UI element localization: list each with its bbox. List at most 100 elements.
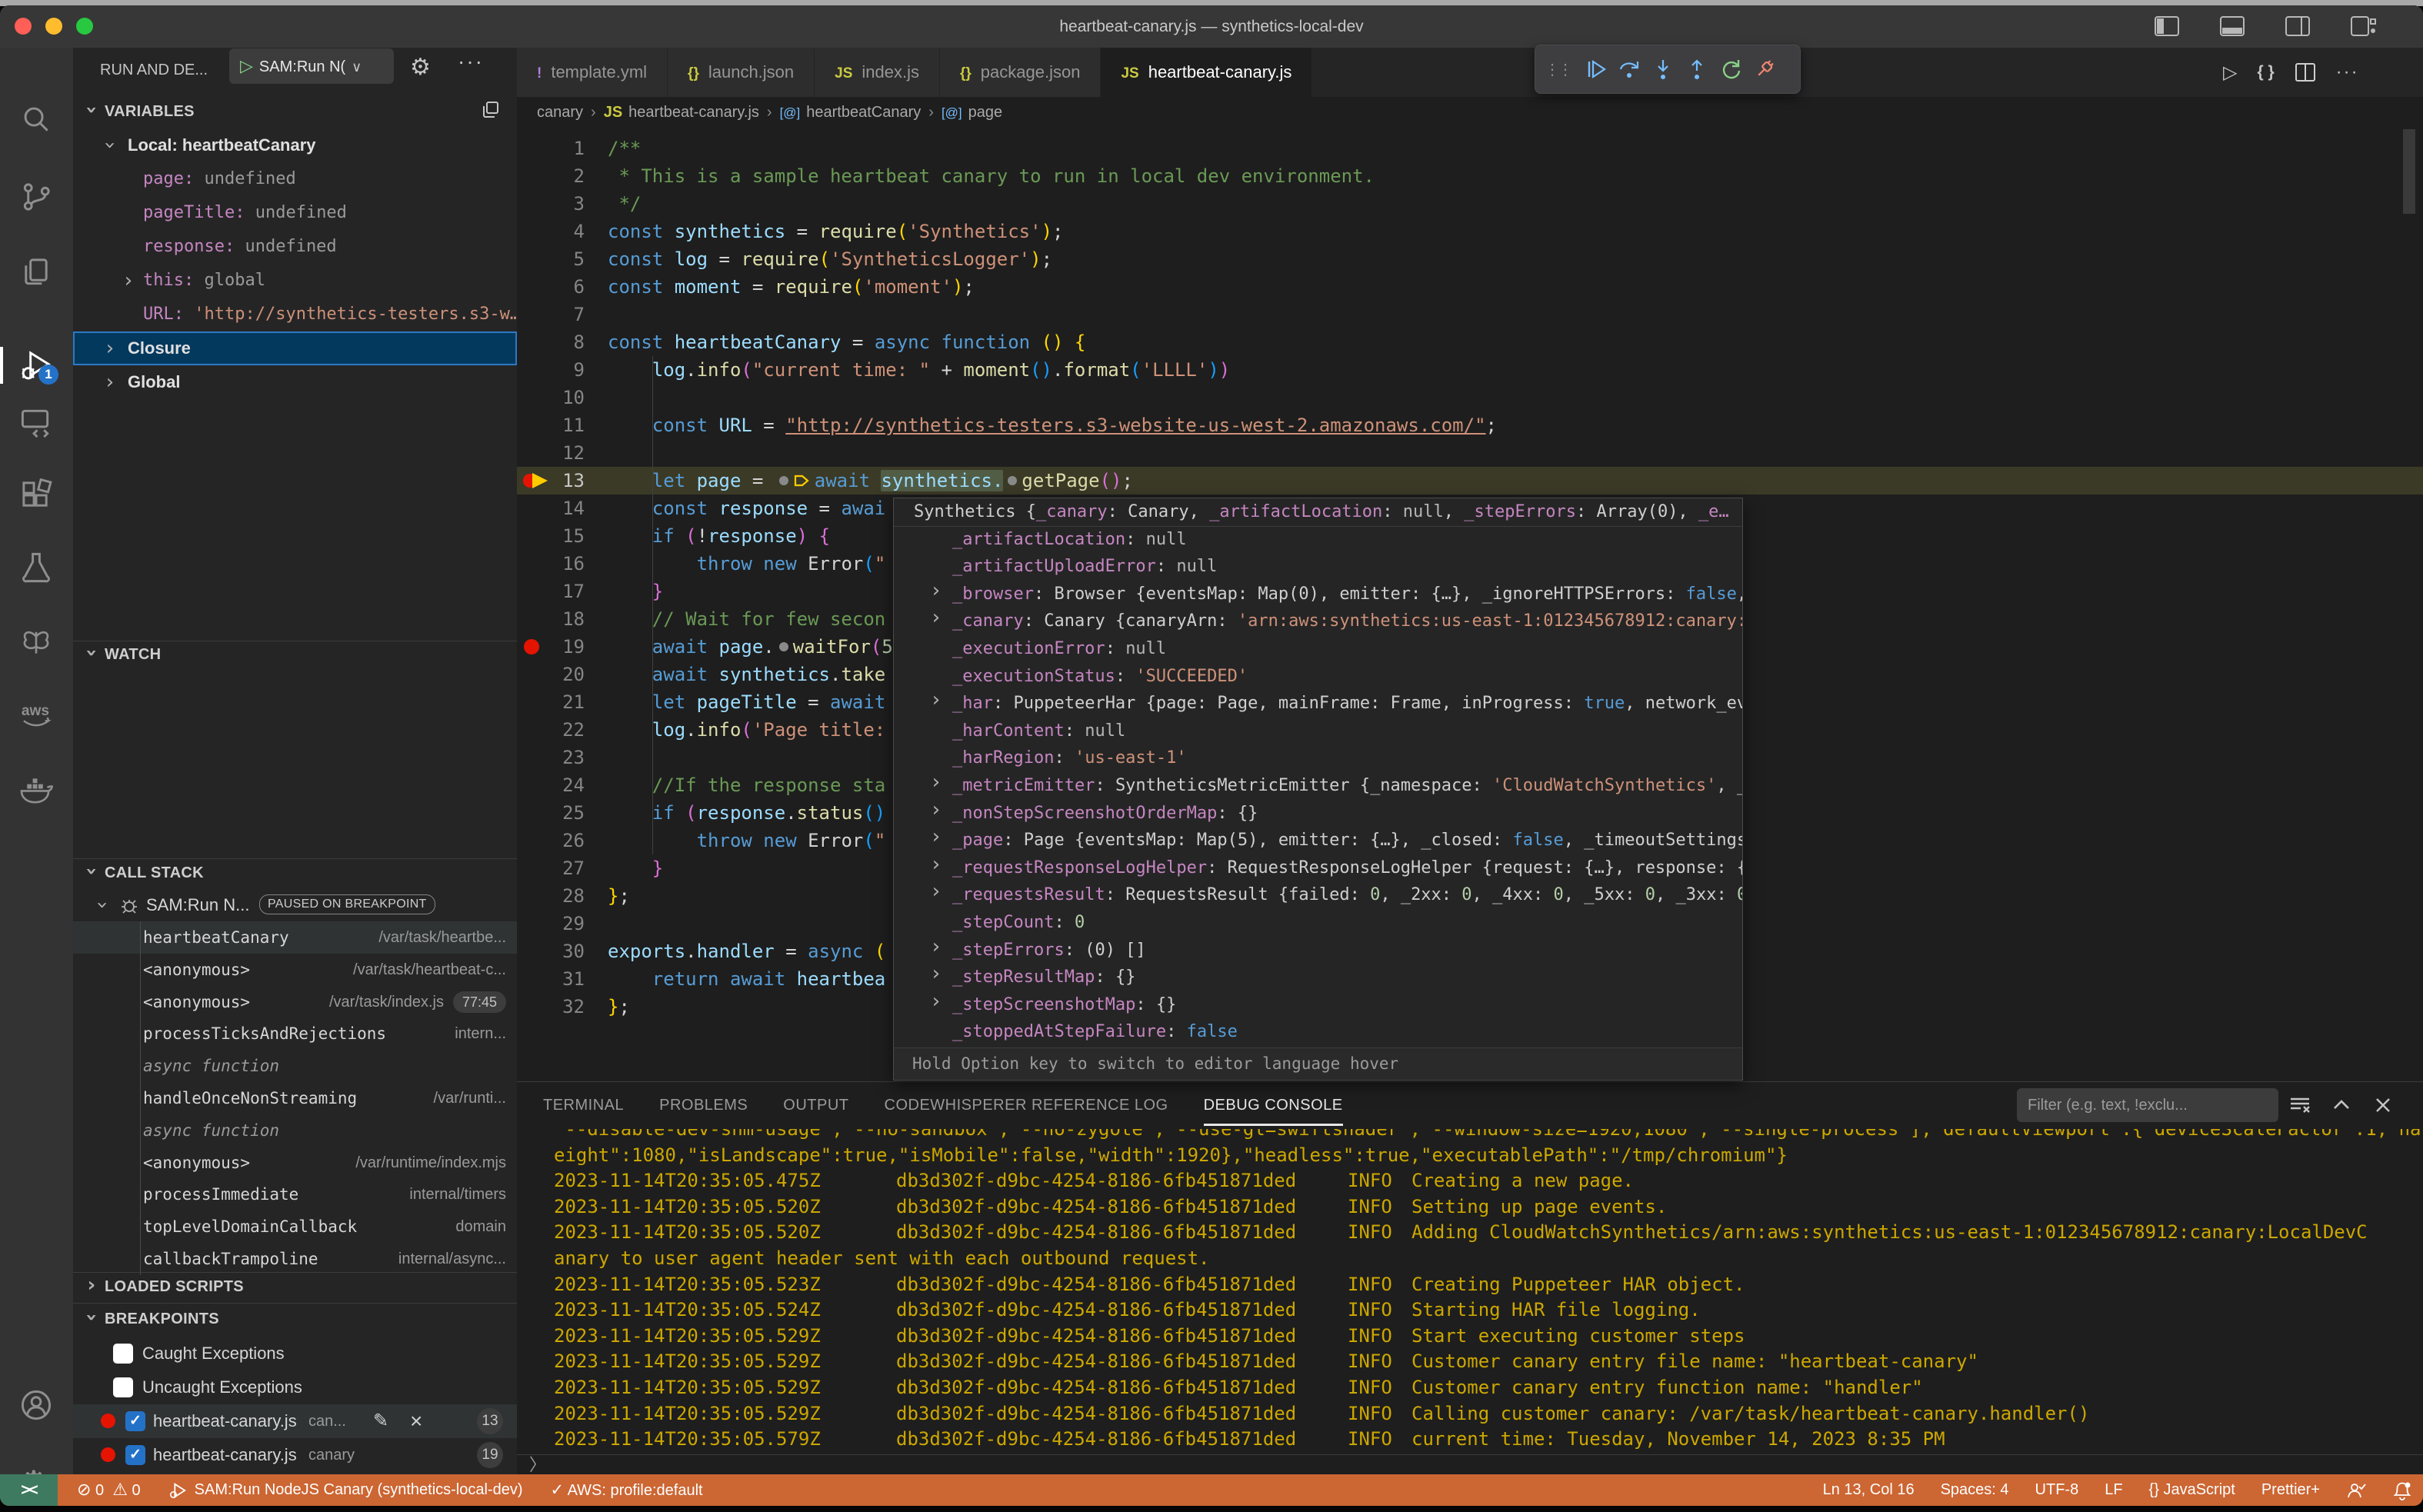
breadcrumb-item[interactable]: [@]page bbox=[942, 104, 1002, 121]
gutter-line-number[interactable]: 18 bbox=[517, 605, 585, 633]
hover-property-row[interactable]: ›_stepResultMap: {} bbox=[894, 964, 1742, 991]
toggle-panel-icon[interactable] bbox=[2219, 15, 2245, 38]
hover-property-row[interactable]: ›_nonStepScreenshotOrderMap: {} bbox=[894, 800, 1742, 828]
hover-property-row[interactable]: _executionStatus: 'SUCCEEDED' bbox=[894, 663, 1742, 691]
current-breakpoint-arrow-icon[interactable] bbox=[522, 471, 552, 490]
gutter-line-number[interactable]: 26 bbox=[517, 827, 585, 854]
gutter-line-number[interactable]: 6 bbox=[517, 273, 585, 301]
hover-property-row[interactable]: _harContent: null bbox=[894, 718, 1742, 745]
hover-object-preview[interactable]: Synthetics {_canary: Canary, _artifactLo… bbox=[894, 498, 1742, 527]
debug-console-output[interactable]: '--disable-dev-shm-usage','--no-sandbox'… bbox=[517, 1129, 2423, 1452]
variable-row[interactable]: ›Global bbox=[73, 365, 517, 399]
code-line[interactable]: await synthetics.take bbox=[608, 661, 885, 688]
code-line[interactable]: const heartbeatCanary = async function (… bbox=[608, 328, 1085, 356]
gutter-line-number[interactable]: 8 bbox=[517, 328, 585, 356]
variable-row[interactable]: ›Local: heartbeatCanary bbox=[73, 128, 517, 162]
chevron-right-icon[interactable]: › bbox=[928, 964, 945, 984]
debug-settings-gear-icon[interactable]: ⚙ bbox=[410, 54, 431, 81]
toggle-secondary-sidebar-icon[interactable] bbox=[2285, 15, 2311, 38]
status-spaces-4[interactable]: Spaces: 4 bbox=[1941, 1474, 2009, 1506]
debug-config-dropdown[interactable]: ▷SAM:Run N(∨ bbox=[229, 48, 394, 84]
console-row[interactable]: 2023-11-14T20:35:05.524Zdb3d302f-d9bc-42… bbox=[517, 1297, 2423, 1323]
search-icon[interactable] bbox=[19, 102, 53, 136]
code-line[interactable]: //If the response sta bbox=[608, 771, 885, 799]
console-row[interactable]: '--disable-dev-shm-usage','--no-sandbox'… bbox=[517, 1129, 2423, 1142]
code-line[interactable]: log.info("current time: " + moment().for… bbox=[608, 356, 1230, 384]
chevron-right-icon[interactable]: › bbox=[928, 991, 945, 1011]
feedback-person-icon[interactable] bbox=[2346, 1480, 2366, 1500]
variable-row[interactable]: pageTitle: undefined bbox=[73, 196, 517, 230]
code-line[interactable]: * This is a sample heartbeat canary to r… bbox=[608, 162, 1375, 190]
hover-property-row[interactable]: ›_requestResponseLogHelper: RequestRespo… bbox=[894, 854, 1742, 882]
disconnect-icon[interactable] bbox=[1748, 54, 1781, 85]
code-line[interactable]: const URL = "http://synthetics-testers.s… bbox=[608, 411, 1497, 439]
console-row[interactable]: 2023-11-14T20:35:05.529Zdb3d302f-d9bc-42… bbox=[517, 1374, 2423, 1400]
hover-property-row[interactable]: ›_requestsResult: RequestsResult {failed… bbox=[894, 881, 1742, 909]
section-variables[interactable]: › VARIABLES bbox=[73, 100, 517, 123]
hover-property-row[interactable]: ›_page: Page {eventsMap: Map(5), emitter… bbox=[894, 827, 1742, 854]
continue-icon[interactable] bbox=[1578, 54, 1612, 85]
hover-property-row[interactable]: _stoppedAtStepFailure: false bbox=[894, 1018, 1742, 1046]
tab-heartbeat-canary.js[interactable]: JSheartbeat-canary.js bbox=[1101, 48, 1312, 97]
stack-frame[interactable]: processTicksAndRejectionsintern... bbox=[73, 1017, 517, 1050]
console-input-prompt[interactable]: 〉 bbox=[529, 1456, 546, 1475]
inline-breakpoint-dot-icon[interactable] bbox=[779, 642, 788, 651]
chevron-right-icon[interactable]: › bbox=[928, 937, 945, 957]
console-filter-input[interactable]: Filter (e.g. text, !exclu... bbox=[2017, 1088, 2278, 1122]
hover-property-row[interactable]: _stepCount: 0 bbox=[894, 909, 1742, 937]
step-over-icon[interactable] bbox=[1612, 54, 1646, 85]
stack-frame[interactable]: <anonymous>/var/task/index.js77:45 bbox=[73, 986, 517, 1018]
stack-frame[interactable]: callbackTrampolineinternal/async... bbox=[73, 1243, 517, 1275]
code-line[interactable]: } bbox=[608, 854, 663, 882]
gutter-line-number[interactable]: 7 bbox=[517, 301, 585, 328]
status--javascript[interactable]: {} JavaScript bbox=[2149, 1474, 2235, 1506]
code-line[interactable]: if (response.status() bbox=[608, 799, 885, 827]
collapse-variables-icon[interactable] bbox=[481, 100, 501, 120]
code-line[interactable]: const synthetics = require('Synthetics')… bbox=[608, 218, 1063, 245]
code-line[interactable]: } bbox=[608, 578, 663, 605]
breakpoint-row[interactable]: Uncaught Exceptions bbox=[73, 1370, 517, 1404]
gutter-line-number[interactable]: 2 bbox=[517, 162, 585, 190]
breakpoint-row[interactable]: ✓heartbeat-canary.jscan...✎×13 bbox=[73, 1404, 517, 1438]
gutter-line-number[interactable]: 10 bbox=[517, 384, 585, 411]
panel-tab-codewhisperer-reference-log[interactable]: CODEWHISPERER REFERENCE LOG bbox=[885, 1082, 1168, 1129]
breadcrumb-item[interactable]: canary bbox=[537, 104, 583, 121]
gutter-line-number[interactable]: 12 bbox=[517, 439, 585, 467]
docker-icon[interactable] bbox=[19, 773, 53, 807]
gutter-line-number[interactable]: 15 bbox=[517, 522, 585, 550]
panel-tab-terminal[interactable]: TERMINAL bbox=[543, 1082, 624, 1129]
breakpoint-checkbox[interactable] bbox=[113, 1377, 133, 1397]
hover-property-row[interactable]: _artifactLocation: null bbox=[894, 526, 1742, 554]
debug-session-status[interactable]: SAM:Run NodeJS Canary (synthetics-local-… bbox=[168, 1474, 523, 1506]
gutter-line-number[interactable]: 11 bbox=[517, 411, 585, 439]
inline-breakpoint-dot-icon[interactable] bbox=[779, 476, 788, 485]
clear-console-icon[interactable] bbox=[2283, 1088, 2317, 1122]
code-line[interactable]: let pageTitle = await bbox=[608, 688, 885, 716]
debug-session-row[interactable]: › SAM:Run N... PAUSED ON BREAKPOINT bbox=[73, 889, 517, 921]
breadcrumb-item[interactable]: [@]heartbeatCanary bbox=[780, 104, 922, 121]
section-loaded-scripts[interactable]: › LOADED SCRIPTS bbox=[73, 1275, 517, 1298]
chevron-right-icon[interactable]: › bbox=[928, 854, 945, 874]
inline-breakpoint-dot-icon[interactable] bbox=[1008, 476, 1017, 485]
panel-tab-output[interactable]: OUTPUT bbox=[783, 1082, 848, 1129]
code-line[interactable]: */ bbox=[608, 190, 641, 218]
status-utf-8[interactable]: UTF-8 bbox=[2035, 1474, 2079, 1506]
gutter-line-number[interactable]: 22 bbox=[517, 716, 585, 744]
console-row[interactable]: 2023-11-14T20:35:05.475Zdb3d302f-d9bc-42… bbox=[517, 1167, 2423, 1194]
chevron-right-icon[interactable]: › bbox=[928, 690, 945, 710]
hover-property-row[interactable]: ›_browser: Browser {eventsMap: Map(0), e… bbox=[894, 581, 1742, 608]
code-line[interactable]: if (!response) { bbox=[608, 522, 830, 550]
breakpoint-checkbox[interactable]: ✓ bbox=[125, 1445, 145, 1465]
hover-property-row[interactable]: ›_stepErrors: (0) [] bbox=[894, 937, 1742, 964]
code-line[interactable]: await page.waitFor(5 bbox=[608, 633, 893, 661]
stack-frame[interactable]: heartbeatCanary/var/task/heartbe... bbox=[73, 921, 517, 954]
close-panel-icon[interactable] bbox=[2366, 1088, 2400, 1122]
console-row[interactable]: 2023-11-14T20:35:05.523Zdb3d302f-d9bc-42… bbox=[517, 1271, 2423, 1297]
customize-layout-icon[interactable] bbox=[2350, 15, 2376, 38]
gutter-line-number[interactable]: 23 bbox=[517, 744, 585, 771]
breakpoint-row[interactable]: ✓heartbeat-canary.jscanary19 bbox=[73, 1438, 517, 1472]
section-watch[interactable]: › WATCH bbox=[73, 643, 517, 666]
console-row[interactable]: 2023-11-14T20:35:05.520Zdb3d302f-d9bc-42… bbox=[517, 1194, 2423, 1220]
panel-tab-problems[interactable]: PROBLEMS bbox=[659, 1082, 748, 1129]
gutter-line-number[interactable]: 17 bbox=[517, 578, 585, 605]
